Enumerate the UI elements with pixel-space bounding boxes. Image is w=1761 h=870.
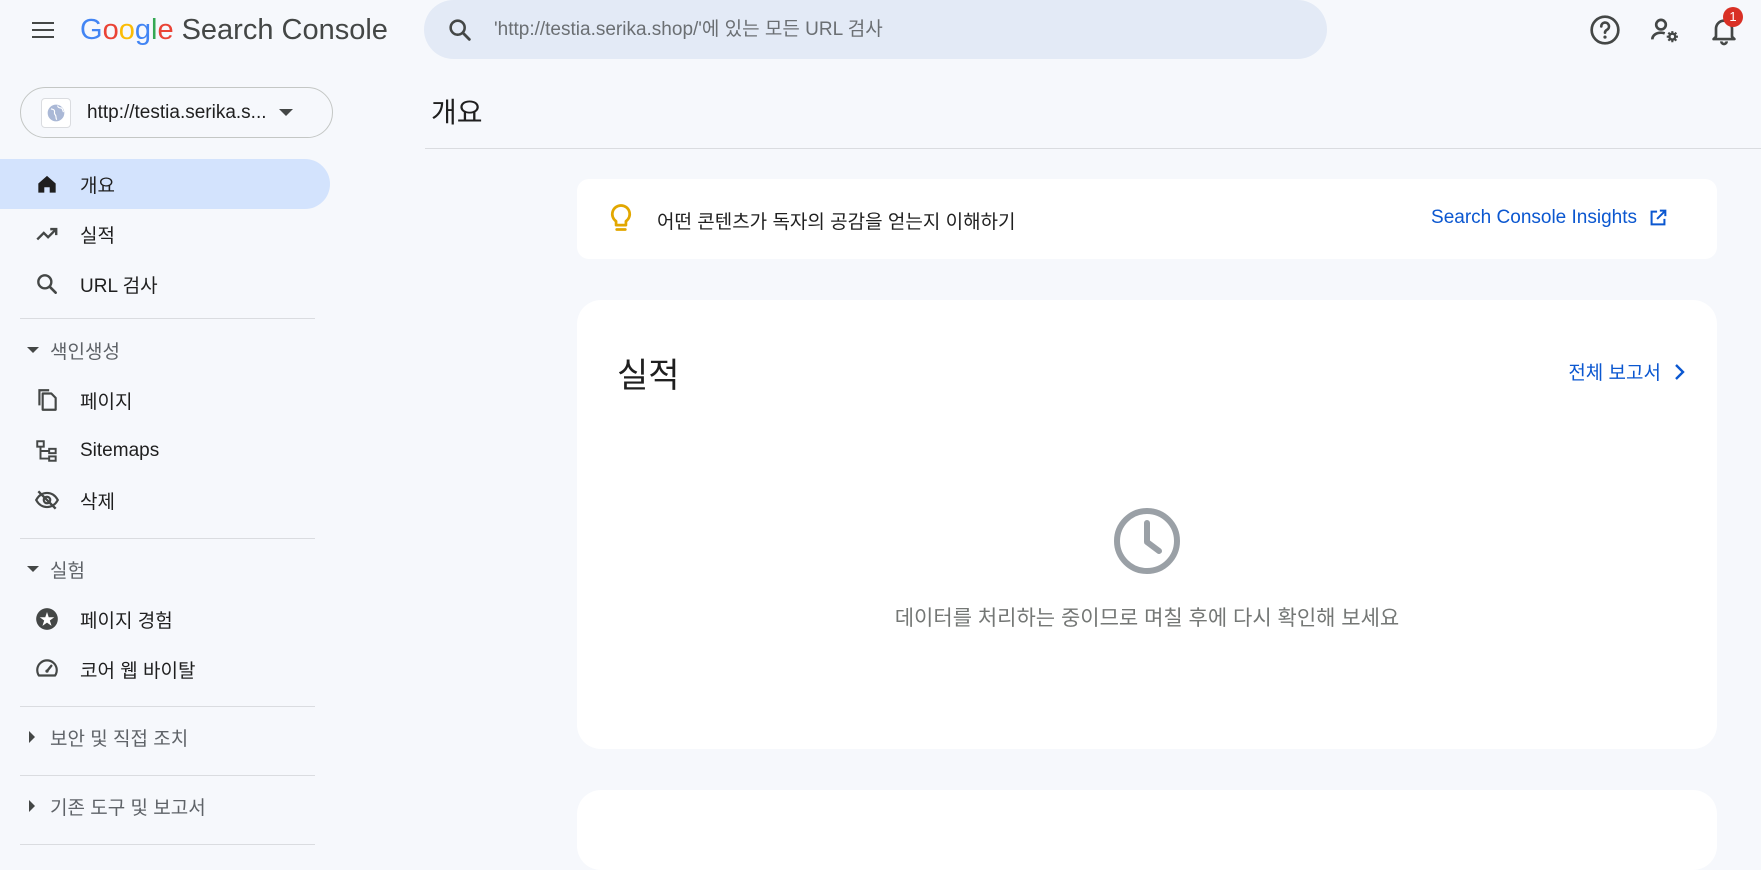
sidebar-item-label: Sitemaps xyxy=(80,440,160,461)
performance-card-title: 실적 xyxy=(617,357,680,395)
sidebar-item-label: 삭제 xyxy=(80,491,115,513)
sidebar-item-label: URL 검사 xyxy=(80,275,158,297)
insight-text: 어떤 콘텐츠가 독자의 공감을 얻는지 이해하기 xyxy=(657,212,1016,233)
section-experience-toggle[interactable]: 실험 xyxy=(0,549,330,589)
full-report-label: 전체 보고서 xyxy=(1568,363,1661,384)
chevron-down-icon xyxy=(279,109,293,116)
sidebar-divider xyxy=(20,844,315,845)
caret-down-icon xyxy=(27,566,39,572)
logo-letter: e xyxy=(157,13,174,46)
search-input[interactable] xyxy=(494,9,1294,50)
property-selector[interactable]: http://testia.serika.s... xyxy=(20,87,333,138)
section-legacy-tools-toggle[interactable]: 기존 도구 및 보고서 xyxy=(0,786,330,826)
performance-card: 실적 전체 보고서 데이터를 처리하는 중이므로 며칠 후에 다시 확인해 보세… xyxy=(577,300,1717,749)
top-bar: Google Search Console 1 xyxy=(0,0,1761,60)
page-title: 개요 xyxy=(431,97,483,128)
caret-right-icon xyxy=(29,800,35,812)
property-url: http://testia.serika.s... xyxy=(87,101,267,123)
section-label: 기존 도구 및 보고서 xyxy=(50,797,206,819)
insight-link-label: Search Console Insights xyxy=(1431,207,1637,228)
sidebar-item-label: 페이지 경험 xyxy=(80,610,173,632)
pages-icon xyxy=(38,389,57,411)
logo-letter: g xyxy=(134,13,151,46)
header-divider xyxy=(425,148,1761,149)
section-security-toggle[interactable]: 보안 및 직접 조치 xyxy=(0,717,330,757)
sidebar-item-pages[interactable]: 페이지 xyxy=(0,375,330,425)
trending-up-icon xyxy=(36,227,58,241)
sidebar-item-url-inspection[interactable]: URL 검사 xyxy=(0,259,330,309)
caret-down-icon xyxy=(27,347,39,353)
speed-gauge-icon xyxy=(36,659,58,677)
section-indexing-toggle[interactable]: 색인생성 xyxy=(0,330,330,370)
sidebar-divider xyxy=(20,706,315,707)
sidebar-item-label: 실적 xyxy=(80,225,115,247)
sidebar: http://testia.serika.s... 개요 실적 URL 검사 색… xyxy=(0,60,333,846)
product-name: Search Console xyxy=(181,13,388,46)
help-icon[interactable] xyxy=(1589,14,1621,46)
sidebar-divider xyxy=(20,318,315,319)
globe-icon xyxy=(41,97,71,128)
page-experience-icon xyxy=(36,608,58,630)
insights-banner: 어떤 콘텐츠가 독자의 공감을 얻는지 이해하기 Search Console … xyxy=(577,179,1717,259)
section-label: 색인생성 xyxy=(50,341,120,363)
sidebar-item-label: 개요 xyxy=(80,175,115,197)
eye-off-icon xyxy=(34,490,60,510)
url-inspection-search-bar[interactable] xyxy=(424,0,1327,59)
sidebar-item-label: 코어 웹 바이탈 xyxy=(80,660,196,682)
sidebar-item-label: 페이지 xyxy=(80,391,133,413)
home-icon xyxy=(38,175,56,193)
product-logo[interactable]: Google Search Console xyxy=(80,12,388,48)
sitemap-icon xyxy=(36,440,57,462)
caret-right-icon xyxy=(29,731,35,743)
sidebar-divider xyxy=(20,538,315,539)
user-settings-icon[interactable] xyxy=(1649,14,1681,46)
logo-letter: o xyxy=(118,13,135,46)
full-report-link[interactable]: 전체 보고서 xyxy=(1568,358,1687,385)
notification-badge: 1 xyxy=(1723,7,1743,27)
open-in-new-icon xyxy=(1650,209,1667,226)
lightbulb-icon xyxy=(610,204,632,231)
sidebar-item-page-experience[interactable]: 페이지 경험 xyxy=(0,594,330,644)
logo-letter: o xyxy=(102,13,119,46)
section-label: 보안 및 직접 조치 xyxy=(50,728,189,750)
hamburger-menu-icon[interactable] xyxy=(30,16,58,44)
chevron-right-icon xyxy=(1675,363,1685,380)
search-icon xyxy=(37,274,57,294)
sidebar-item-overview[interactable]: 개요 xyxy=(0,159,330,209)
logo-letter: G xyxy=(80,13,103,46)
sidebar-item-sitemaps[interactable]: Sitemaps xyxy=(0,426,330,476)
sidebar-item-performance[interactable]: 실적 xyxy=(0,209,330,259)
processing-message: 데이터를 처리하는 중이므로 며칠 후에 다시 확인해 보세요 xyxy=(894,607,1400,630)
clock-icon xyxy=(1114,508,1180,574)
search-console-insights-link[interactable]: Search Console Insights xyxy=(1431,207,1669,229)
search-icon[interactable] xyxy=(446,16,474,44)
sidebar-item-core-web-vitals[interactable]: 코어 웹 바이탈 xyxy=(0,644,330,694)
section-label: 실험 xyxy=(50,560,85,582)
next-section-card xyxy=(577,790,1717,870)
sidebar-divider xyxy=(20,775,315,776)
sidebar-item-removals[interactable]: 삭제 xyxy=(0,475,330,525)
